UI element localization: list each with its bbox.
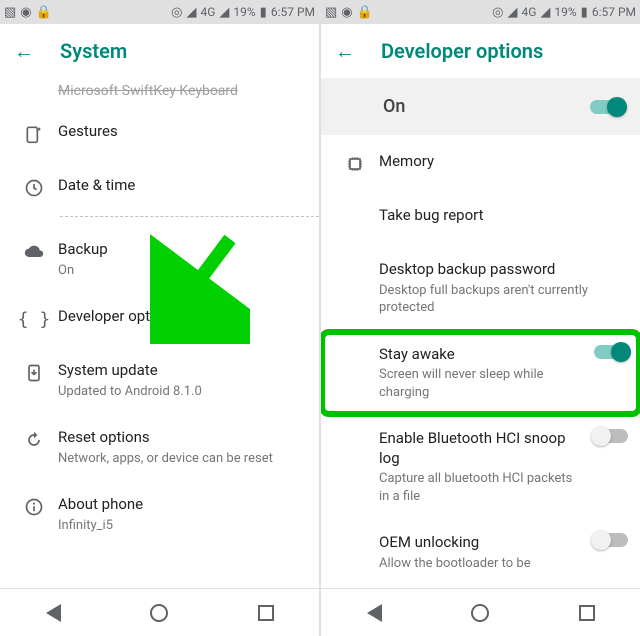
battery-label: 19% <box>554 5 576 19</box>
list-item-backup[interactable]: Backup On <box>0 226 319 293</box>
on-label: On <box>383 96 590 117</box>
item-label: Stay awake <box>379 345 578 365</box>
memory-icon <box>331 152 379 174</box>
reset-icon <box>10 428 58 450</box>
nav-bar <box>321 588 640 636</box>
item-label: Enable Bluetooth HCI snoop log <box>379 429 578 468</box>
item-sublabel: Capture all bluetooth HCI packets in a f… <box>379 470 578 505</box>
divider <box>60 216 319 218</box>
item-sublabel: Infinity_i5 <box>58 517 301 535</box>
master-toggle-row[interactable]: On <box>321 78 640 135</box>
nav-recents-button[interactable] <box>576 602 598 624</box>
list-item-gestures[interactable]: Gestures <box>0 108 319 162</box>
list-item-memory[interactable]: Memory <box>321 138 640 192</box>
phone-system: ▧ ◉ 🔒 ◎ ◢ 4G ◢ 19% ▮ 6:57 PM ← System <box>0 0 320 636</box>
stay-awake-toggle[interactable] <box>594 345 628 359</box>
item-label: Desktop backup password <box>379 260 622 280</box>
list-item-bluetooth-hci[interactable]: Enable Bluetooth HCI snoop log Capture a… <box>321 415 640 519</box>
nav-bar <box>0 588 319 636</box>
camera-icon: ◉ <box>341 5 352 20</box>
item-label: OEM unlocking <box>379 533 578 553</box>
item-sublabel: Network, apps, or device can be reset <box>58 450 301 468</box>
item-label: Gestures <box>58 122 301 142</box>
network-label: 4G <box>521 5 536 19</box>
settings-list: Microsoft SwiftKey Keyboard Gestures Dat… <box>0 78 319 588</box>
list-item-bug-report[interactable]: Take bug report <box>321 192 640 246</box>
master-toggle[interactable] <box>590 100 624 114</box>
item-label: Memory <box>379 152 622 172</box>
battery-icon: ▮ <box>260 5 267 20</box>
developer-options-list: Memory Take bug report Desktop backup pa… <box>321 138 640 588</box>
item-label: Backup <box>58 240 301 260</box>
cast-icon: ◎ <box>171 5 182 20</box>
lock-icon: 🔒 <box>357 5 373 20</box>
item-sublabel: Desktop full backups aren't currently pr… <box>379 282 622 317</box>
cast-icon: ◎ <box>492 5 503 20</box>
item-sublabel: Updated to Android 8.1.0 <box>58 383 301 401</box>
image-icon: ▧ <box>325 5 337 20</box>
page-title: System <box>60 39 127 63</box>
page-title: Developer options <box>381 39 543 63</box>
item-sublabel: On <box>58 262 301 280</box>
info-icon <box>10 495 58 517</box>
battery-label: 19% <box>233 5 255 19</box>
lock-icon: 🔒 <box>36 5 52 20</box>
item-sublabel: Allow the bootloader to be <box>379 555 578 573</box>
oem-unlock-toggle[interactable] <box>594 533 628 547</box>
update-icon <box>10 361 58 383</box>
list-item-developer-options[interactable]: { } Developer options <box>0 293 319 347</box>
item-label: Take bug report <box>379 206 622 226</box>
back-button[interactable]: ← <box>335 39 355 64</box>
list-item-stay-awake[interactable]: Stay awake Screen will never sleep while… <box>321 331 640 416</box>
signal-icon: ◢ <box>186 5 196 20</box>
gestures-icon <box>10 122 58 144</box>
image-icon: ▧ <box>4 5 16 20</box>
nav-back-button[interactable] <box>363 602 385 624</box>
item-label: System update <box>58 361 301 381</box>
hci-snoop-toggle[interactable] <box>594 429 628 443</box>
item-sublabel: Screen will never sleep while charging <box>379 366 578 401</box>
list-item-keyboard[interactable]: Microsoft SwiftKey Keyboard <box>0 78 319 108</box>
item-label: Developer options <box>58 307 301 327</box>
network-label: 4G <box>200 5 215 19</box>
toolbar: ← Developer options <box>321 24 640 78</box>
status-bar: ▧ ◉ 🔒 ◎ ◢ 4G ◢ 19% ▮ 6:57 PM <box>0 0 319 24</box>
list-item-reset-options[interactable]: Reset options Network, apps, or device c… <box>0 414 319 481</box>
clock-icon <box>10 176 58 198</box>
battery-icon: ▮ <box>581 5 588 20</box>
signal-off-icon: ◢ <box>540 5 550 20</box>
item-label: Reset options <box>58 428 301 448</box>
signal-icon: ◢ <box>507 5 517 20</box>
list-item-system-update[interactable]: System update Updated to Android 8.1.0 <box>0 347 319 414</box>
item-label: Microsoft SwiftKey Keyboard <box>58 82 301 100</box>
nav-home-button[interactable] <box>469 602 491 624</box>
nav-back-button[interactable] <box>42 602 64 624</box>
phone-developer-options: ▧ ◉ 🔒 ◎ ◢ 4G ◢ 19% ▮ 6:57 PM ← Developer… <box>320 0 640 636</box>
camera-icon: ◉ <box>20 5 31 20</box>
toolbar: ← System <box>0 24 319 78</box>
clock-label: 6:57 PM <box>271 5 315 19</box>
list-item-about-phone[interactable]: About phone Infinity_i5 <box>0 481 319 548</box>
status-bar: ▧ ◉ 🔒 ◎ ◢ 4G ◢ 19% ▮ 6:57 PM <box>321 0 640 24</box>
cloud-icon <box>10 240 58 262</box>
item-label: Date & time <box>58 176 301 196</box>
signal-off-icon: ◢ <box>219 5 229 20</box>
list-item-oem-unlocking[interactable]: OEM unlocking Allow the bootloader to be <box>321 519 640 586</box>
item-label: About phone <box>58 495 301 515</box>
nav-recents-button[interactable] <box>255 602 277 624</box>
braces-icon: { } <box>10 307 58 330</box>
back-button[interactable]: ← <box>14 39 34 64</box>
clock-label: 6:57 PM <box>592 5 636 19</box>
list-item-date-time[interactable]: Date & time <box>0 162 319 216</box>
nav-home-button[interactable] <box>148 602 170 624</box>
list-item-desktop-backup-password[interactable]: Desktop backup password Desktop full bac… <box>321 246 640 331</box>
